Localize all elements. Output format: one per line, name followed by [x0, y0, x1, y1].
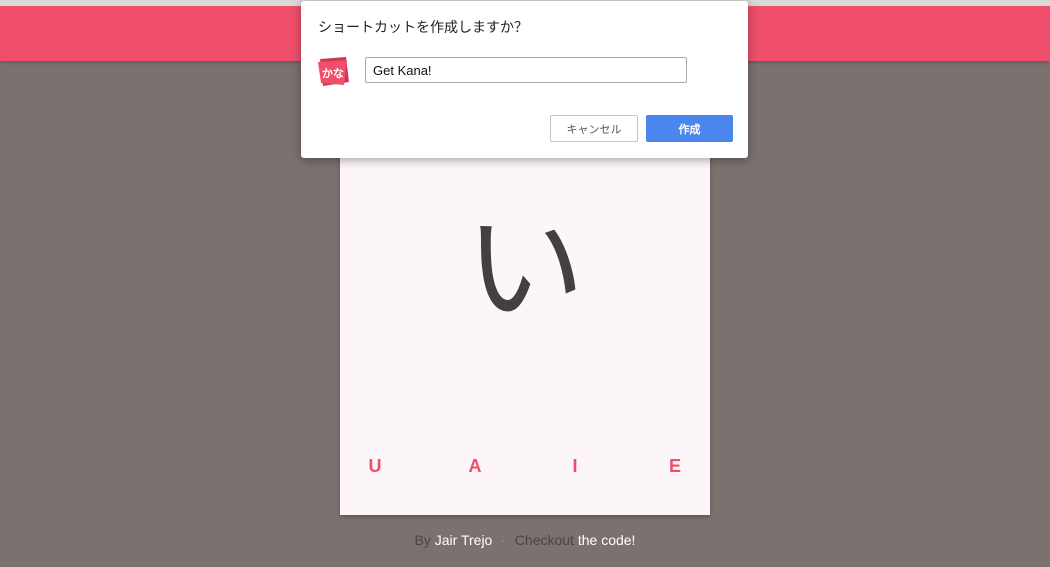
get-kana-app-icon: かな: [318, 57, 349, 86]
kana-card: い U A I E: [340, 150, 710, 515]
footer-checkout-text: Checkout: [514, 532, 574, 548]
dialog-title: ショートカットを作成しますか？: [318, 20, 528, 36]
footer-by-text: By: [414, 532, 431, 548]
kana-character: い: [465, 200, 585, 339]
answer-option-i[interactable]: I: [555, 454, 595, 478]
app-icon-label: かな: [322, 67, 344, 80]
footer: By Jair Trejo · Checkout the code!: [0, 531, 1050, 549]
cancel-button[interactable]: キャンセル: [550, 115, 638, 142]
answer-option-u[interactable]: U: [355, 454, 395, 478]
footer-separator: ·: [501, 532, 506, 548]
create-shortcut-dialog: ショートカットを作成しますか？ かな キャンセル 作成: [301, 1, 748, 158]
code-link[interactable]: the code!: [578, 532, 636, 548]
answer-option-e[interactable]: E: [655, 454, 695, 478]
create-button[interactable]: 作成: [646, 115, 733, 142]
author-link[interactable]: Jair Trejo: [435, 532, 493, 548]
answer-options: U A I E: [340, 454, 710, 478]
answer-option-a[interactable]: A: [455, 454, 495, 478]
shortcut-name-input[interactable]: [365, 57, 687, 83]
